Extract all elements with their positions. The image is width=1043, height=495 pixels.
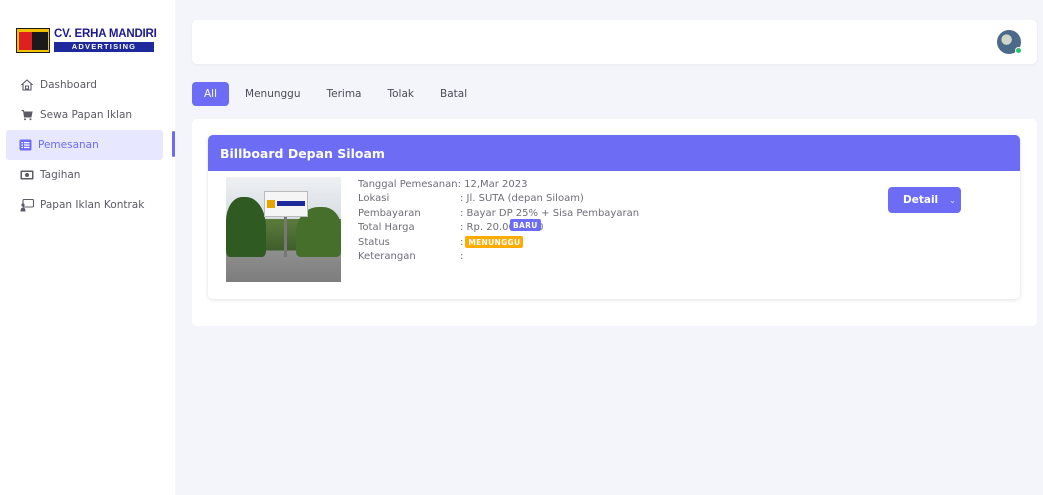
sidebar: CV. ERHA MANDIRI ADVERTISING Dashboard S… — [0, 0, 175, 495]
status-separator: : — [460, 236, 464, 248]
status-badge: MENUNGGU — [465, 236, 524, 249]
harga-label: Total Harga — [358, 222, 415, 234]
sidebar-item-sewa-papan-iklan[interactable]: Sewa Papan Iklan — [0, 100, 175, 130]
online-status-dot — [1015, 47, 1022, 54]
billboard-photo — [226, 177, 341, 282]
money-icon — [20, 168, 34, 182]
logo-mark — [16, 28, 50, 53]
lokasi-value: : Jl. SUTA (depan Siloam) — [460, 193, 584, 205]
tanggal-value: : 12,Mar 2023 — [457, 178, 528, 190]
order-details: Tanggal Pemesanan : 12,Mar 2023 Lokasi :… — [358, 177, 639, 264]
keterangan-separator: : — [460, 251, 464, 263]
tanggal-label: Tanggal Pemesanan — [358, 178, 458, 190]
sidebar-item-tagihan[interactable]: Tagihan — [0, 160, 175, 190]
detail-row-lokasi: Lokasi : Jl. SUTA (depan Siloam) — [358, 192, 639, 207]
pembayaran-value: : Bayar DP 25% + Sisa Pembayaran — [460, 207, 640, 219]
list-icon — [18, 138, 32, 152]
keterangan-value: : BARU — [460, 219, 541, 263]
sidebar-item-label: Papan Iklan Kontrak — [40, 199, 145, 211]
order-title: Billboard Depan Siloam — [208, 135, 1020, 171]
detail-row-status: Status : MENUNGGU — [358, 235, 639, 250]
active-indicator — [172, 131, 175, 157]
brand-logo[interactable]: CV. ERHA MANDIRI ADVERTISING — [16, 26, 157, 54]
tab-tolak[interactable]: Tolak — [378, 82, 425, 106]
status-label: Status — [358, 236, 390, 248]
brand-title: CV. ERHA MANDIRI — [54, 28, 157, 40]
home-icon — [20, 78, 34, 92]
sidebar-nav: Dashboard Sewa Papan Iklan Pemesanan Tag… — [0, 70, 175, 220]
orders-panel: Billboard Depan Siloam Tanggal Pemesanan… — [192, 119, 1037, 326]
sidebar-item-papan-iklan-kontrak[interactable]: Papan Iklan Kontrak — [0, 190, 175, 220]
detail-button-label: Detail — [903, 194, 939, 206]
tab-terima[interactable]: Terima — [317, 82, 372, 106]
detail-row-pembayaran: Pembayaran : Bayar DP 25% + Sisa Pembaya… — [358, 206, 639, 221]
billboard-icon — [20, 198, 34, 212]
avatar[interactable] — [997, 30, 1022, 54]
keterangan-badge: BARU — [510, 219, 541, 231]
cart-icon — [20, 108, 34, 122]
sidebar-item-label: Dashboard — [40, 79, 97, 91]
detail-row-harga: Total Harga : Rp. 20.000.000 — [358, 221, 639, 236]
detail-row-keterangan: Keterangan : BARU — [358, 219, 639, 265]
pembayaran-label: Pembayaran — [358, 207, 421, 219]
sidebar-item-label: Sewa Papan Iklan — [40, 109, 133, 121]
detail-dropdown-button[interactable]: Detail ⌄ — [888, 187, 961, 213]
sidebar-item-pemesanan[interactable]: Pemesanan — [6, 130, 163, 160]
tab-batal[interactable]: Batal — [430, 82, 477, 106]
chevron-down-icon[interactable]: ⌄ — [944, 196, 961, 205]
tab-menunggu[interactable]: Menunggu — [235, 82, 310, 106]
sidebar-item-label: Pemesanan — [38, 139, 99, 151]
status-tabs: All Menunggu Terima Tolak Batal — [192, 82, 483, 106]
brand-subtitle: ADVERTISING — [54, 42, 154, 52]
sidebar-item-label: Tagihan — [40, 169, 81, 181]
tab-all[interactable]: All — [192, 82, 230, 106]
detail-row-tanggal: Tanggal Pemesanan : 12,Mar 2023 — [358, 177, 639, 192]
status-value: : MENUNGGU — [460, 236, 524, 249]
top-navbar — [192, 20, 1037, 64]
sidebar-item-dashboard[interactable]: Dashboard — [0, 70, 175, 100]
order-card: Billboard Depan Siloam Tanggal Pemesanan… — [208, 135, 1020, 299]
lokasi-label: Lokasi — [358, 193, 390, 205]
keterangan-label: Keterangan — [358, 251, 416, 263]
